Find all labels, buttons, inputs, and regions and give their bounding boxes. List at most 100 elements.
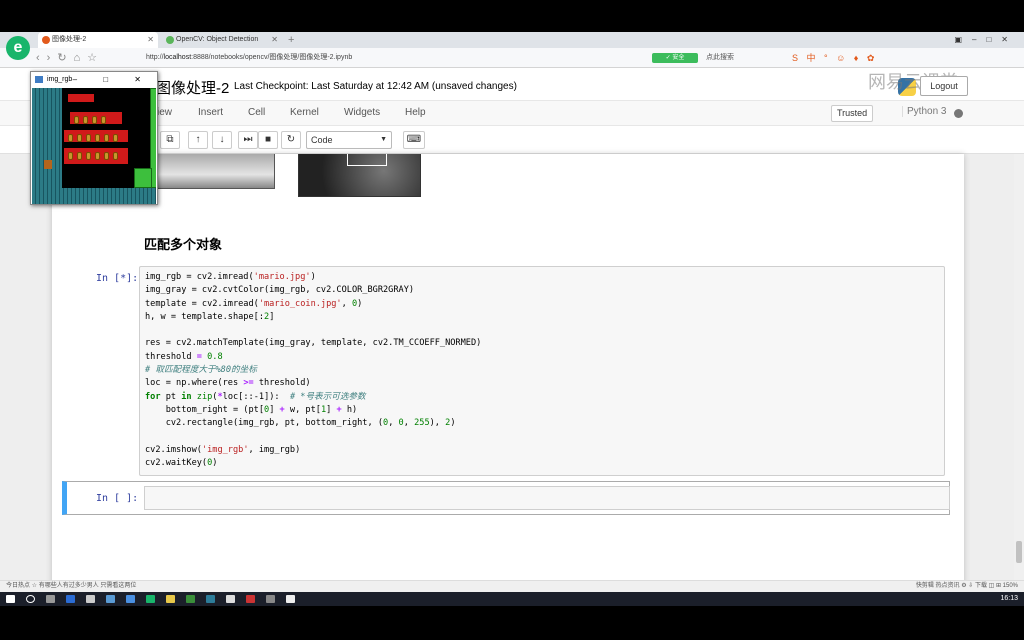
close-tab-icon[interactable]: ✕ bbox=[147, 32, 154, 48]
code-line: threshold = 0.8 bbox=[145, 351, 223, 362]
store-icon[interactable] bbox=[86, 595, 95, 603]
app-icon[interactable] bbox=[186, 595, 195, 603]
tab-opencv[interactable]: OpenCV: Object Detection ✕ bbox=[162, 32, 282, 48]
app-icon[interactable] bbox=[206, 595, 215, 603]
coin-sprite bbox=[77, 134, 82, 142]
coin-sprite bbox=[86, 152, 91, 160]
notebook-title[interactable]: 图像处理-2 bbox=[156, 77, 229, 98]
tab-favicon-icon bbox=[166, 36, 174, 44]
bottom-letterbox bbox=[0, 606, 1024, 640]
code-line: cv2.rectangle(img_rgb, pt, bottom_right,… bbox=[145, 418, 456, 429]
img-rgb-window[interactable]: img_rgb – □ ✕ bbox=[30, 71, 158, 205]
new-tab-button[interactable]: + bbox=[288, 32, 294, 48]
selected-empty-cell[interactable]: In [ ]: bbox=[62, 481, 950, 515]
coin-sprite bbox=[86, 134, 91, 142]
cell-type-select[interactable]: Code ▼ bbox=[306, 131, 392, 149]
menu-view[interactable]: iew bbox=[157, 107, 172, 118]
app-icon[interactable] bbox=[106, 595, 115, 603]
page-scrollbar[interactable] bbox=[1014, 154, 1024, 580]
app-icon[interactable] bbox=[266, 595, 275, 603]
copy-cell-icon[interactable]: ⧉ bbox=[160, 131, 180, 149]
menu-cell[interactable]: Cell bbox=[248, 107, 265, 118]
search-icon[interactable] bbox=[26, 595, 35, 603]
status-right[interactable]: 快剪辑 热点资讯 ⚙ ⇩ 下载 ◫ ⊞ 150% bbox=[916, 581, 1018, 592]
window-controls[interactable]: ▣–□✕ bbox=[954, 32, 1018, 48]
coin-sprite bbox=[104, 152, 109, 160]
url-path: :8888/notebooks/opencv/图像处理/图像处理-2.ipynb bbox=[191, 54, 353, 61]
code-line: cv2.waitKey(0) bbox=[145, 458, 218, 469]
browser-status-bar: 今日热点 ☆ 有哪些人有过多少男人 只需看这两位 快剪辑 热点资讯 ⚙ ⇩ 下载… bbox=[0, 580, 1024, 592]
coin-sprite bbox=[68, 134, 73, 142]
brick-wall-left bbox=[32, 88, 62, 188]
task-view-icon[interactable] bbox=[46, 595, 55, 603]
menu-insert[interactable]: Insert bbox=[198, 107, 223, 118]
menu-widgets[interactable]: Widgets bbox=[344, 107, 380, 118]
coin-sprite bbox=[92, 116, 97, 124]
browser-tab-bar: 图像处理-2 ✕ OpenCV: Object Detection ✕ + ▣–… bbox=[0, 32, 1024, 48]
output-image-grayscale bbox=[157, 154, 275, 189]
search-label[interactable]: 点此搜索 bbox=[706, 51, 734, 65]
window-icon bbox=[35, 76, 43, 83]
popup-window-controls[interactable]: – □ ✕ bbox=[73, 72, 153, 87]
markdown-heading[interactable]: 匹配多个对象 bbox=[144, 234, 222, 253]
input-method-toolbar[interactable]: S 中 ° ☺ ♦ ✿ bbox=[792, 51, 877, 65]
browser-logo-icon[interactable]: e bbox=[6, 36, 30, 60]
move-up-icon[interactable]: ↑ bbox=[188, 131, 208, 149]
url-field[interactable]: http://localhost:8888/notebooks/opencv/图… bbox=[146, 51, 352, 65]
app-icon[interactable] bbox=[126, 595, 135, 603]
coin-sprite bbox=[104, 134, 109, 142]
keyboard-icon[interactable]: ⌨ bbox=[403, 131, 425, 149]
popup-titlebar[interactable]: img_rgb – □ ✕ bbox=[31, 72, 157, 87]
logout-button[interactable]: Logout bbox=[920, 76, 968, 96]
screen: e 图像处理-2 ✕ OpenCV: Object Detection ✕ + … bbox=[0, 0, 1024, 640]
edge-icon[interactable] bbox=[66, 595, 75, 603]
code-line: bottom_right = (pt[0] + w, pt[1] + h) bbox=[145, 404, 358, 415]
app-icon[interactable] bbox=[286, 595, 295, 603]
restart-icon[interactable]: ↻ bbox=[281, 131, 301, 149]
close-tab-icon[interactable]: ✕ bbox=[271, 32, 278, 48]
browser-taskbar-icon[interactable] bbox=[146, 595, 155, 603]
tab-notebook[interactable]: 图像处理-2 ✕ bbox=[38, 32, 158, 48]
url-prefix: http:// bbox=[146, 54, 164, 61]
os-taskbar: 16:13 bbox=[0, 592, 1024, 606]
code-line: template = cv2.imread('mario_coin.jpg', … bbox=[145, 298, 363, 309]
chevron-down-icon: ▼ bbox=[380, 136, 387, 143]
security-badge[interactable]: ✓ 安全 bbox=[652, 53, 698, 63]
status-left[interactable]: 今日热点 ☆ 有哪些人有过多少男人 只需看这两位 bbox=[6, 581, 136, 592]
coin-sprite bbox=[74, 116, 79, 124]
run-cell-icon[interactable]: ⏭ bbox=[238, 131, 258, 149]
menu-help[interactable]: Help bbox=[405, 107, 426, 118]
code-cell-input[interactable]: img_rgb = cv2.imread('mario.jpg') img_gra… bbox=[139, 266, 945, 476]
code-line: # 取匹配程度大于%80的坐标 bbox=[145, 365, 257, 376]
menu-kernel[interactable]: Kernel bbox=[290, 107, 319, 118]
code-line: img_gray = cv2.cvtColor(img_rgb, cv2.COL… bbox=[145, 285, 415, 296]
code-line: img_rgb = cv2.imread('mario.jpg') bbox=[145, 272, 316, 282]
code-text[interactable]: img_rgb = cv2.imread('mario.jpg') img_gra… bbox=[145, 271, 481, 470]
coin-sprite bbox=[95, 134, 100, 142]
kernel-busy-icon bbox=[954, 109, 963, 118]
empty-cell-input[interactable] bbox=[144, 486, 950, 510]
code-line: res = cv2.matchTemplate(img_gray, templa… bbox=[145, 338, 482, 349]
nav-buttons[interactable]: ‹›↻⌂☆ bbox=[36, 50, 104, 66]
mario-game-image bbox=[32, 88, 156, 204]
mario-sprite bbox=[44, 160, 52, 169]
scrollbar-thumb[interactable] bbox=[1016, 541, 1022, 563]
app-icon[interactable] bbox=[246, 595, 255, 603]
tab-title: 图像处理-2 bbox=[52, 36, 87, 43]
address-bar: ‹›↻⌂☆ http://localhost:8888/notebooks/op… bbox=[0, 48, 1024, 68]
app-icon[interactable] bbox=[226, 595, 235, 603]
trusted-indicator[interactable]: Trusted bbox=[831, 105, 874, 122]
folder-icon[interactable] bbox=[166, 595, 175, 603]
coin-sprite bbox=[95, 152, 100, 160]
interrupt-icon[interactable]: ■ bbox=[258, 131, 278, 149]
start-icon[interactable] bbox=[6, 595, 15, 603]
clock[interactable]: 16:13 bbox=[1000, 593, 1018, 605]
code-line: for pt in zip(*loc[::-1]): # *号表示可选参数 bbox=[145, 391, 366, 402]
kernel-name[interactable]: Python 3 bbox=[902, 106, 946, 117]
empty-cell-prompt: In [ ]: bbox=[96, 493, 139, 504]
move-down-icon[interactable]: ↓ bbox=[212, 131, 232, 149]
popup-title: img_rgb bbox=[47, 76, 73, 83]
red-block bbox=[68, 94, 94, 102]
